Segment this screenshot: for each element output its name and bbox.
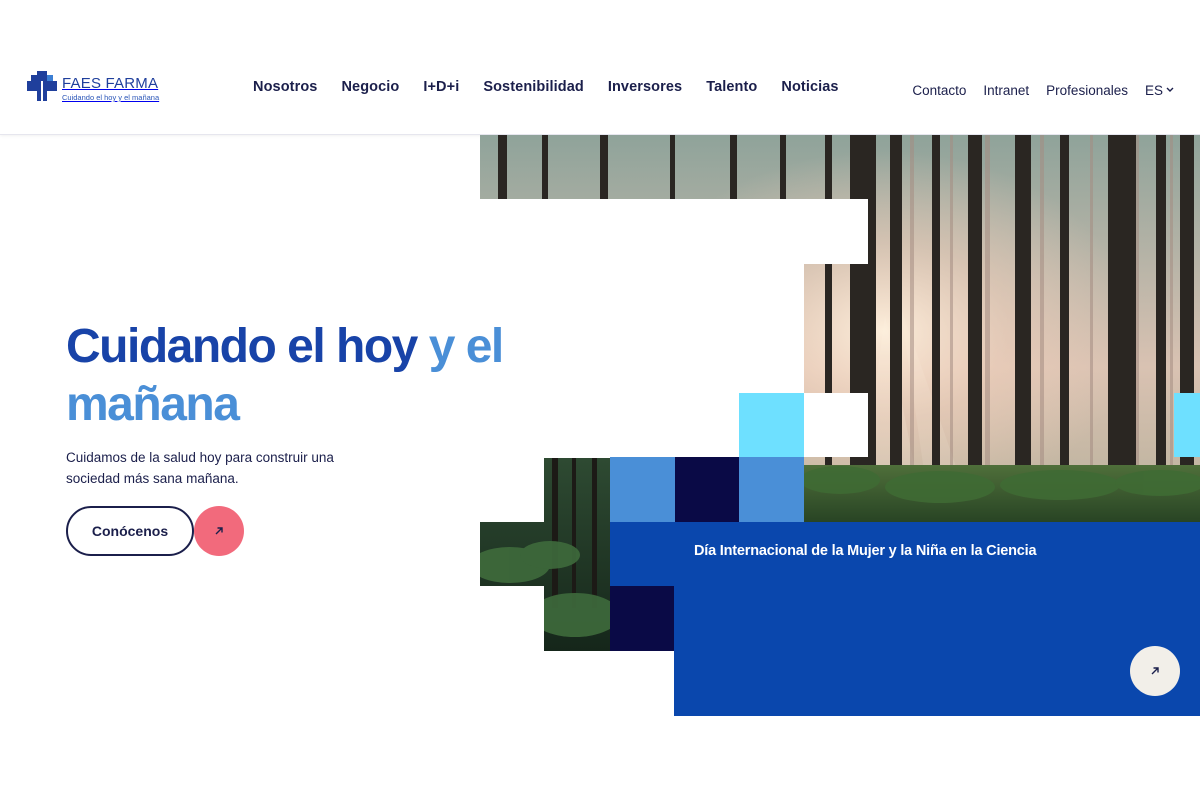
arrow-up-right-icon bbox=[1151, 667, 1159, 675]
medical-cross-icon bbox=[26, 70, 58, 102]
news-card-arrow-button[interactable] bbox=[1130, 646, 1180, 696]
utility-nav: Contacto Intranet Profesionales ES bbox=[895, 80, 1174, 100]
nav-item-idi[interactable]: I+D+i bbox=[423, 79, 459, 99]
conocenos-button[interactable]: Conócenos bbox=[66, 506, 194, 556]
language-selector[interactable]: ES bbox=[1145, 83, 1174, 98]
site-header: FAES FARMA Cuidando el hoy y el mañana N… bbox=[0, 0, 1200, 135]
chevron-down-icon bbox=[1166, 87, 1174, 92]
decorative-tile-lightblue-2 bbox=[739, 457, 804, 522]
decorative-tile-navy bbox=[675, 457, 739, 522]
decorative-tile-navy-2 bbox=[610, 586, 674, 651]
brand-logo[interactable]: FAES FARMA Cuidando el hoy y el mañana bbox=[26, 70, 159, 104]
decorative-tile-white bbox=[804, 393, 868, 457]
hero-title: Cuidando el hoy y el mañana bbox=[66, 318, 536, 434]
decorative-tile-cyan bbox=[739, 393, 804, 457]
brand-tagline: Cuidando el hoy y el mañana bbox=[62, 93, 160, 102]
main-nav: Nosotros Negocio I+D+i Sostenibilidad In… bbox=[253, 79, 863, 99]
nav-item-talento[interactable]: Talento bbox=[706, 79, 757, 99]
professionals-link[interactable]: Profesionales bbox=[1046, 83, 1128, 98]
nav-item-inversores[interactable]: Inversores bbox=[608, 79, 682, 99]
nav-item-nosotros[interactable]: Nosotros bbox=[253, 79, 317, 99]
hero-title-part3: mañana bbox=[66, 378, 240, 431]
news-card-title[interactable]: Día Internacional de la Mujer y la Niña … bbox=[694, 543, 1174, 559]
decorative-tile-lightblue bbox=[610, 457, 675, 522]
hero-title-part1: Cuidando el hoy bbox=[66, 320, 418, 373]
nav-item-sostenibilidad[interactable]: Sostenibilidad bbox=[483, 79, 584, 99]
decorative-tile-cyan-right bbox=[1174, 393, 1200, 457]
conocenos-arrow-button[interactable] bbox=[194, 506, 244, 556]
arrow-up-right-icon bbox=[215, 527, 223, 535]
news-card-body bbox=[674, 586, 1200, 716]
intranet-link[interactable]: Intranet bbox=[983, 83, 1029, 98]
nav-item-noticias[interactable]: Noticias bbox=[781, 79, 838, 99]
language-label: ES bbox=[1144, 82, 1163, 98]
brand-name: FAES FARMA bbox=[62, 75, 159, 92]
hero-title-part2: y el bbox=[428, 320, 505, 373]
hero-subtitle: Cuidamos de la salud hoy para construir … bbox=[66, 450, 334, 486]
nav-item-negocio[interactable]: Negocio bbox=[341, 79, 399, 99]
contact-link[interactable]: Contacto bbox=[912, 83, 966, 98]
